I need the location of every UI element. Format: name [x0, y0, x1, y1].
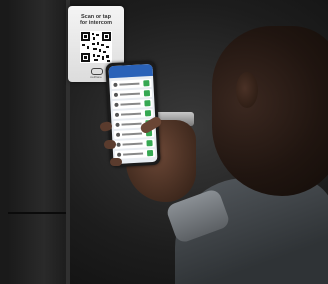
list-item-text	[122, 142, 143, 146]
list-item-text	[122, 132, 143, 136]
unlock-button[interactable]	[146, 140, 153, 147]
unlock-button[interactable]	[143, 90, 151, 97]
list-item[interactable]	[112, 108, 154, 120]
list-item[interactable]	[114, 148, 156, 159]
unlock-button[interactable]	[146, 150, 154, 157]
list-item-text	[120, 102, 141, 106]
avatar-icon	[117, 152, 122, 157]
app-header	[108, 63, 154, 79]
list-item[interactable]	[111, 88, 153, 100]
app-title	[109, 67, 153, 69]
sign-line-2: for intercom	[79, 20, 113, 26]
person-head	[212, 26, 328, 196]
avatar-icon	[114, 102, 119, 107]
avatar-icon	[115, 132, 121, 137]
phone-screen	[108, 63, 158, 165]
door-panel	[8, 0, 69, 284]
avatar-icon	[116, 142, 121, 147]
qr-code-icon	[80, 31, 112, 63]
list-item[interactable]	[111, 78, 152, 90]
door-seam	[8, 212, 68, 214]
wall-strip	[0, 0, 8, 284]
unlock-button[interactable]	[144, 100, 151, 107]
list-item[interactable]	[114, 138, 155, 150]
finger-ring	[110, 158, 122, 166]
unlock-button[interactable]	[144, 110, 152, 117]
list-item[interactable]	[112, 98, 153, 110]
avatar-icon	[114, 112, 120, 117]
list-item-text	[119, 82, 140, 86]
list-item-text	[120, 112, 142, 116]
finger-middle	[104, 140, 116, 149]
photo-scene: Scan or tap for intercom swiftlane	[0, 0, 328, 284]
avatar-icon	[113, 92, 119, 97]
list-item-text	[123, 152, 144, 156]
nfc-tap-icon	[91, 68, 103, 75]
avatar-icon	[115, 122, 120, 127]
list-item-text	[119, 92, 140, 96]
avatar-icon	[113, 82, 118, 87]
unlock-button[interactable]	[143, 80, 150, 87]
list-item-text	[121, 122, 142, 126]
smartphone	[105, 60, 161, 168]
person-ear	[236, 72, 258, 108]
